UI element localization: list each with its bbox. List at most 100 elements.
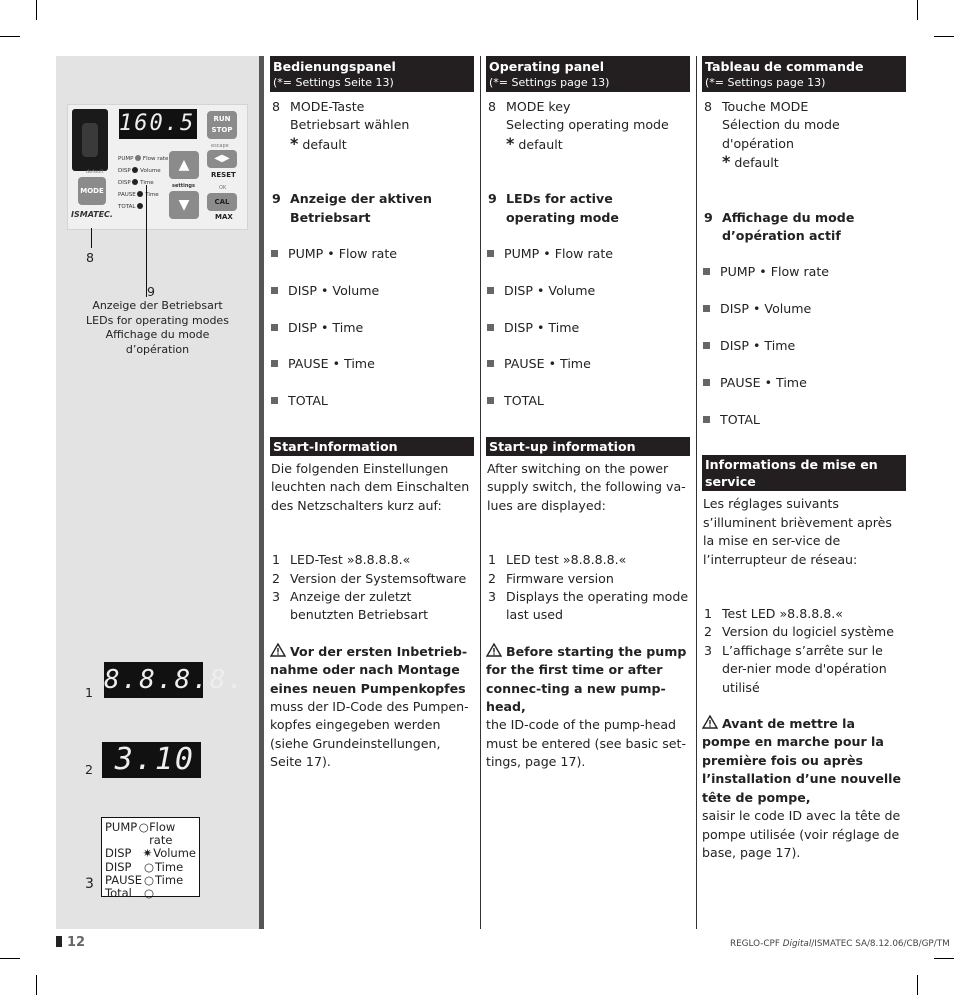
startup-list: 1 LED test »8.8.8.8.« 2 Firmware version 3 Di…: [486, 551, 690, 625]
crop-mark: [934, 958, 954, 959]
led-table-row: Total ○: [105, 886, 155, 901]
bullet-square-icon: [702, 300, 720, 318]
startup-list-item: 3 L’affichage s’arrête sur le der-nier mo…: [704, 642, 887, 695]
bullet-square-icon: [486, 355, 504, 373]
page-marker-icon: [56, 936, 62, 947]
led-table-row: DISP ○ Time: [105, 859, 184, 874]
bullet-square-icon: [486, 392, 504, 410]
crop-mark: [917, 975, 918, 995]
column-de: Bedienungspanel (*= Settings Seite 13) 8…: [270, 56, 474, 772]
mode-list-item: DISP • Time: [702, 337, 906, 355]
page-number: 12: [56, 935, 85, 950]
item-8: 8 Touche MODE Sélection du mode d'opérat…: [704, 99, 840, 172]
ismatec-logo: ISMATEC.: [71, 210, 113, 219]
down-arrow-button: ▼: [169, 191, 199, 219]
panel-led-list: PUMP Flow rate DISP Volume DISP Time PAU…: [118, 153, 168, 213]
startup-list: 1 LED-Test »8.8.8.8.« 2 Version der Systems…: [270, 551, 474, 625]
bullet-square-icon: [702, 411, 720, 429]
settings-label: settings: [172, 183, 195, 189]
mode-list-item: DISP • Time: [270, 319, 474, 337]
bullet-square-icon: [270, 319, 288, 337]
panel-led-row: TOTAL: [118, 201, 168, 213]
device-panel-figure: 160.5 RUN STOP escape ◀▶ RESET default M…: [67, 104, 248, 230]
bullet-square-icon: [270, 392, 288, 410]
startup-section-header: Informations de mise en service: [702, 455, 906, 492]
startup-list-item: 3 Anzeige der zuletzt benutzten Betriebsa…: [272, 589, 429, 623]
startup-list-item: 2 Version du logiciel système: [704, 624, 894, 640]
startup-list-item: 1 Test LED »8.8.8.8.«: [704, 606, 843, 622]
panel-display: 160.5: [119, 109, 197, 139]
startup-intro: Die folgenden Einstellungen leuchten nac…: [271, 461, 470, 513]
crop-mark: [917, 0, 918, 20]
panel-section-header: Tableau de commande (*= Settings page 13…: [702, 56, 906, 92]
column-fr: Tableau de commande (*= Settings page 13…: [702, 56, 906, 862]
mode-list: PUMP • Flow rate DISP • Volume DISP • Time…: [486, 245, 690, 411]
callout-9-leader: [146, 185, 147, 297]
mode-button: MODE: [78, 177, 106, 205]
item-9: 9 Affichage du mode d’opération actif: [704, 209, 855, 244]
mode-list-item: PUMP • Flow rate: [486, 245, 690, 263]
led-off-icon: ○: [143, 886, 155, 901]
led-test-display: 8.8.8.8.: [104, 662, 243, 698]
mode-list-item: PAUSE • Time: [486, 355, 690, 373]
startup-figure-2-label: 2: [85, 762, 94, 777]
mode-list-item: DISP • Time: [486, 319, 690, 337]
cal-button: CAL: [207, 193, 237, 211]
bullet-square-icon: [702, 337, 720, 355]
column-en: Operating panel (*= Settings page 13) 8 …: [486, 56, 690, 772]
section-title: Tableau de commande: [705, 59, 864, 74]
crop-mark: [0, 36, 20, 37]
panel-led-row: PAUSE Time: [118, 191, 159, 198]
panel-section-header: Operating panel (*= Settings page 13): [486, 56, 690, 92]
section-title: Bedienungspanel: [273, 59, 396, 74]
up-arrow-button: ▲: [169, 151, 199, 179]
mode-list-item: PUMP • Flow rate: [702, 263, 906, 281]
startup-section-header: Start-up information: [486, 437, 690, 457]
column-divider: [696, 56, 697, 929]
mode-list-item: TOTAL: [486, 392, 690, 410]
bullet-square-icon: [270, 282, 288, 300]
startup-list: 1 Test LED »8.8.8.8.« 2 Version du logiciel…: [702, 605, 906, 697]
reset-arrows-button: ◀▶: [207, 150, 237, 168]
section-subtitle: (*= Settings Seite 13): [273, 76, 394, 89]
mode-list-item: TOTAL: [702, 411, 906, 429]
panel-led-row: DISP Volume: [118, 167, 161, 174]
section-title: Operating panel: [489, 59, 605, 74]
startup-list-item: 1 LED test »8.8.8.8.«: [488, 552, 627, 568]
escape-label: escape: [211, 143, 229, 149]
mode-list: PUMP • Flow rate DISP • Volume DISP • Time…: [270, 245, 474, 411]
warning-note: Vor der ersten Inbetrieb-nahme oder nach…: [270, 642, 469, 770]
startup-figure-3-label: 3: [85, 876, 94, 892]
panel-led-row: DISP Time: [118, 179, 154, 186]
max-label: MAX: [215, 213, 233, 221]
mode-list-item: DISP • Volume: [486, 282, 690, 300]
warning-icon: [702, 715, 718, 729]
run-stop-button: RUN STOP: [207, 111, 237, 139]
callout-9-label: 9: [147, 284, 156, 299]
led-off-icon: ○: [143, 859, 155, 874]
startup-intro: After switching on the power supply swit…: [487, 461, 686, 513]
warning-icon: [270, 642, 286, 657]
warning-note: Avant de mettre la pompe en marche pour …: [702, 715, 902, 860]
item-8: 8 MODE-Taste Betriebsart wählen * defaul…: [272, 99, 410, 153]
mode-list-item: DISP • Volume: [702, 300, 906, 318]
section-subtitle: (*= Settings page 13): [489, 76, 610, 89]
item-9: 9 LEDs for active operating mode: [488, 191, 619, 225]
crop-mark: [934, 36, 954, 37]
bullet-square-icon: [486, 319, 504, 337]
led-off-icon: ○: [138, 820, 149, 834]
startup-list-item: 3 Displays the operating mode last used: [488, 589, 689, 623]
default-label: default: [86, 169, 104, 175]
bullet-square-icon: [270, 355, 288, 373]
crop-mark: [36, 975, 37, 995]
led-table-row: PUMP ○ Flow rate: [105, 820, 176, 848]
figure-caption: Anzeige der Betriebsart LEDs for operati…: [86, 299, 229, 356]
ok-label: OK: [219, 185, 227, 191]
power-switch: [72, 109, 108, 171]
callout-8-leader: [91, 228, 92, 248]
panel-section-header: Bedienungspanel (*= Settings Seite 13): [270, 56, 474, 92]
mode-list-item: TOTAL: [270, 392, 474, 410]
bullet-square-icon: [702, 263, 720, 281]
callout-8-label: 8: [86, 250, 95, 265]
mode-list: PUMP • Flow rate DISP • Volume DISP • Time…: [702, 263, 906, 429]
